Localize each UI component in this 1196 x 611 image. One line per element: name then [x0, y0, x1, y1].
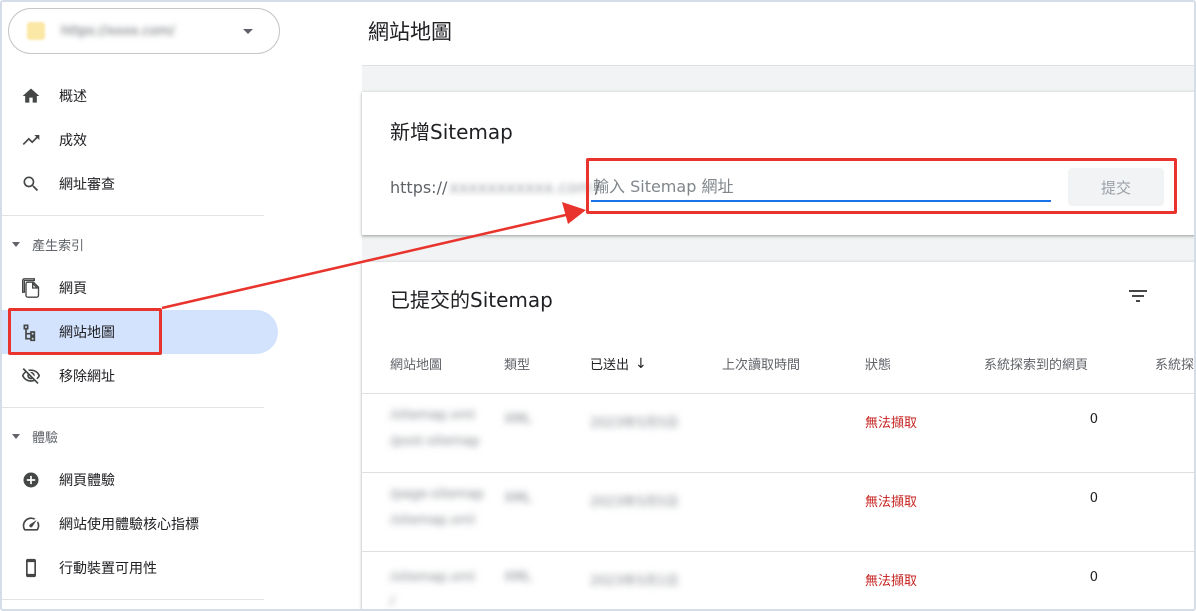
file-copy-icon	[21, 278, 41, 298]
row-submitted: 2023年5月5日	[590, 495, 679, 510]
row-submitted: 2023年5月1日	[590, 574, 679, 589]
sidebar-item-page-experience[interactable]: 網頁體驗	[2, 458, 278, 502]
row-status: 無法擷取	[865, 416, 918, 431]
sidebar-item-label: 網站地圖	[59, 325, 115, 341]
caret-down-icon	[243, 29, 253, 34]
caret-down-icon	[12, 241, 20, 247]
col-sitemap[interactable]: 網站地圖	[390, 354, 442, 373]
col-discovered[interactable]: 系統探索到的網頁	[984, 354, 1088, 373]
row-status: 無法擷取	[865, 574, 918, 589]
visibility-off-icon	[21, 366, 41, 386]
row-sitemap-line2: /	[390, 594, 395, 609]
caret-down-icon	[12, 433, 20, 439]
sidebar-item-label: 行動裝置可用性	[59, 561, 157, 577]
property-selector[interactable]: https://xxxx.com/	[8, 8, 280, 54]
add-sitemap-title: 新增Sitemap	[390, 120, 513, 144]
sidebar-item-overview[interactable]: 概述	[2, 74, 278, 118]
arrow-down-icon: ↓	[635, 355, 647, 372]
row-status: 無法擷取	[865, 495, 918, 510]
sitemap-url-input[interactable]	[591, 172, 1051, 202]
table-row[interactable]: /sitemap.xml / XML 2023年5月1日 無法擷取 0	[362, 552, 1194, 609]
property-url: https://xxxx.com/	[61, 23, 175, 39]
table-row[interactable]: /sitemap.xml /post-sitemap XML 2023年5月5日…	[362, 394, 1194, 473]
row-type: XML	[504, 570, 532, 585]
row-submitted: 2023年5月5日	[590, 416, 679, 431]
filter-list-icon[interactable]	[1126, 284, 1150, 308]
plus-circle-icon	[21, 470, 41, 490]
search-icon	[21, 174, 41, 194]
sidebar-divider	[2, 407, 264, 408]
col-last-read[interactable]: 上次讀取時間	[722, 354, 800, 373]
row-discovered: 0	[1089, 412, 1098, 427]
row-type: XML	[504, 491, 532, 506]
sidebar-item-label: 網站使用體驗核心指標	[59, 517, 199, 533]
row-type: XML	[504, 412, 532, 427]
sitemap-tree-icon	[21, 322, 41, 342]
trending-up-icon	[21, 130, 41, 150]
window-frame: https://xxxx.com/ 概述 成效 網址審查 產生索引 網頁 網站地…	[0, 0, 1196, 611]
home-icon	[21, 86, 41, 106]
submitted-sitemaps-title: 已提交的Sitemap	[390, 288, 553, 312]
main-content: 網站地圖 新增Sitemap https:// xxxxxxxxxxx.com …	[362, 2, 1194, 609]
speed-gauge-icon	[21, 514, 41, 534]
row-sitemap-line2: /post-sitemap	[390, 434, 480, 449]
col-status[interactable]: 狀態	[865, 354, 891, 373]
sidebar-item-label: 成效	[59, 133, 87, 149]
property-favicon-icon	[27, 22, 45, 40]
sidebar-item-label: 移除網址	[59, 369, 115, 385]
table-header: 網站地圖 類型 已送出 ↓ 上次讀取時間 狀態 系統探索到的網頁 系統探	[362, 346, 1194, 394]
sidebar-item-label: 網頁體驗	[59, 473, 115, 489]
page-header: 網站地圖	[362, 2, 1194, 66]
sidebar-item-core-web-vitals[interactable]: 網站使用體驗核心指標	[2, 502, 278, 546]
sidebar-item-removals[interactable]: 移除網址	[2, 354, 278, 398]
sidebar-item-pages[interactable]: 網頁	[2, 266, 278, 310]
sidebar-item-label: 網頁	[59, 281, 87, 297]
sidebar-item-performance[interactable]: 成效	[2, 118, 278, 162]
col-submitted-label: 已送出	[590, 358, 630, 373]
url-scheme: https://	[390, 178, 448, 197]
col-type[interactable]: 類型	[504, 354, 530, 373]
section-experience-toggle[interactable]: 體驗	[12, 424, 58, 448]
col-discovered-cut[interactable]: 系統探	[1155, 354, 1194, 373]
col-submitted[interactable]: 已送出 ↓	[590, 354, 647, 374]
sidebar-divider	[2, 599, 264, 600]
submitted-sitemaps-card: 已提交的Sitemap 網站地圖 類型 已送出 ↓ 上次讀取時間 狀態 系統探索…	[362, 262, 1194, 609]
row-sitemap: /sitemap.xml	[390, 570, 475, 585]
url-domain: xxxxxxxxxxx.com	[449, 178, 593, 197]
sidebar-item-sitemaps[interactable]: 網站地圖	[2, 310, 278, 354]
row-sitemap: /page-sitemap	[390, 487, 484, 502]
smartphone-icon	[21, 558, 41, 578]
page-title: 網站地圖	[368, 20, 452, 44]
sidebar-divider	[2, 215, 264, 216]
table-row[interactable]: /page-sitemap /sitemap.xml XML 2023年5月5日…	[362, 473, 1194, 552]
submit-button[interactable]: 提交	[1068, 168, 1164, 206]
row-discovered: 0	[1089, 570, 1098, 585]
sidebar-item-label: 概述	[59, 89, 87, 105]
section-label: 體驗	[32, 430, 59, 446]
row-discovered: 0	[1089, 491, 1098, 506]
section-label: 產生索引	[32, 238, 85, 254]
sidebar-item-url-inspection[interactable]: 網址審查	[2, 162, 278, 206]
sidebar-item-label: 網址審查	[59, 177, 115, 193]
sidebar: https://xxxx.com/ 概述 成效 網址審查 產生索引 網頁 網站地…	[2, 2, 292, 609]
sidebar-item-mobile-usability[interactable]: 行動裝置可用性	[2, 546, 278, 590]
add-sitemap-card: 新增Sitemap https:// xxxxxxxxxxx.com / 提交	[362, 92, 1194, 235]
row-sitemap: /sitemap.xml	[390, 408, 475, 423]
url-prefix: https:// xxxxxxxxxxx.com /	[390, 178, 600, 197]
section-indexing-toggle[interactable]: 產生索引	[12, 232, 84, 256]
row-sitemap-line2: /sitemap.xml	[390, 513, 475, 528]
